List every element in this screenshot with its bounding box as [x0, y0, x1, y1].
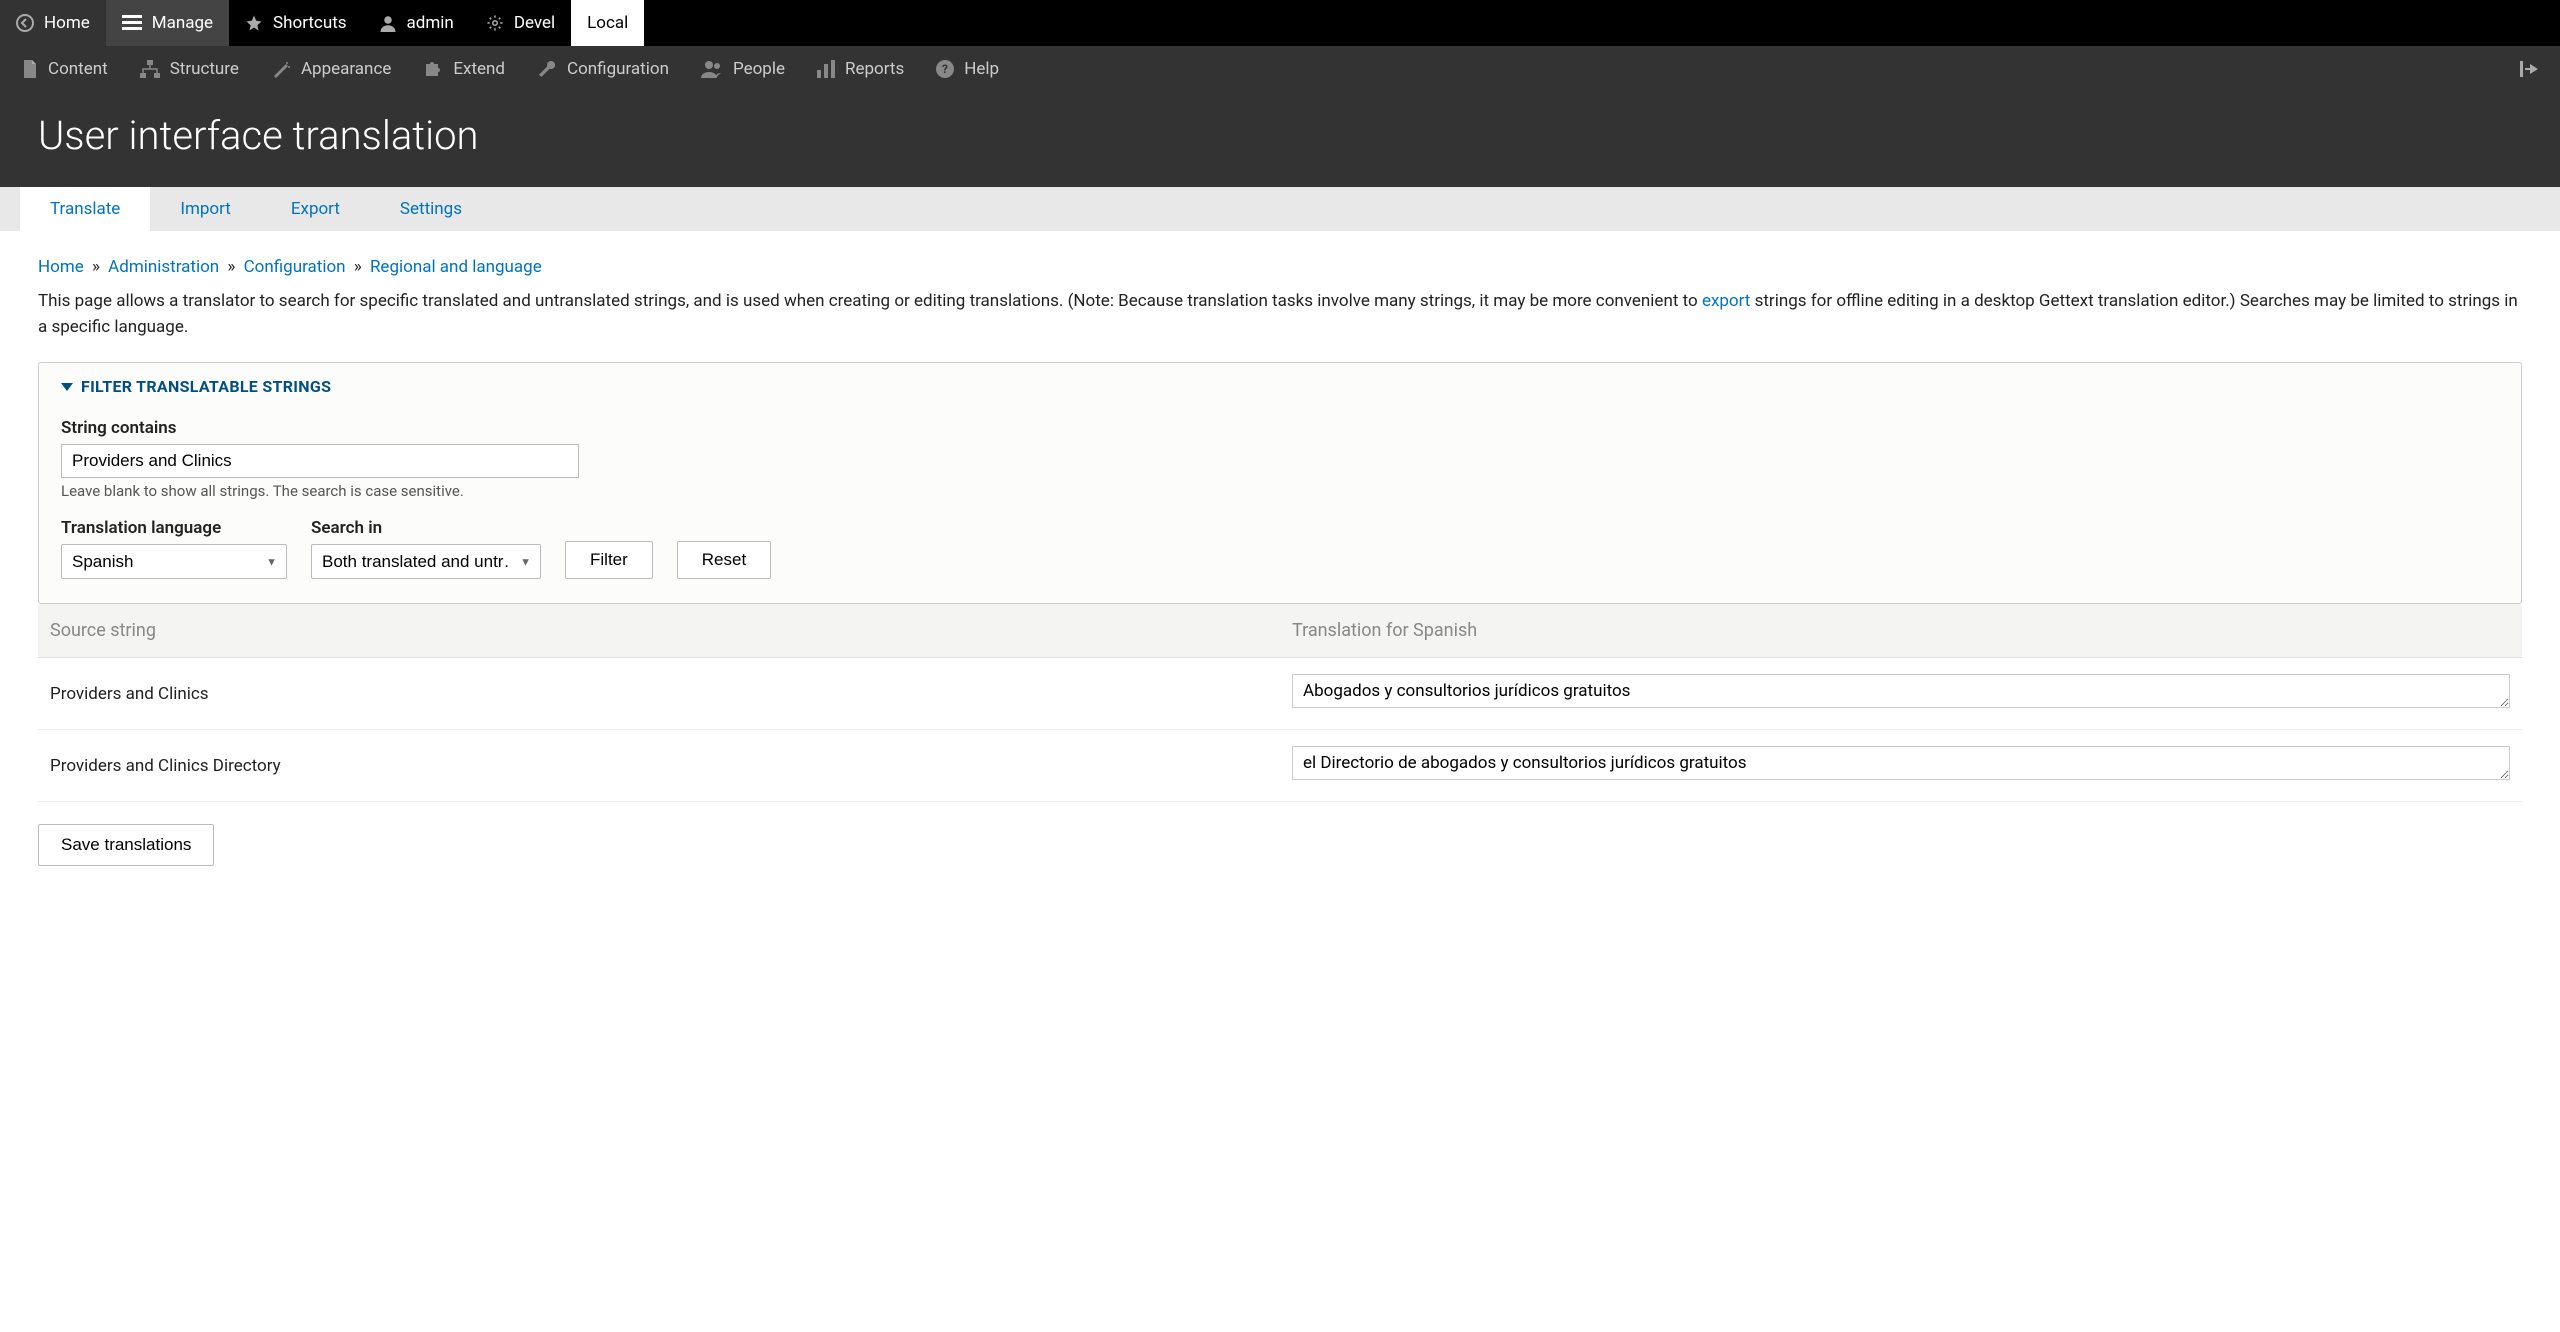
wrench-icon — [537, 59, 557, 79]
toolbar-user-label: admin — [407, 13, 454, 33]
toolbar-user[interactable]: admin — [363, 0, 470, 46]
chart-icon — [817, 60, 835, 78]
breadcrumb-home[interactable]: Home — [38, 257, 84, 277]
fieldset-body: String contains Leave blank to show all … — [39, 410, 2521, 603]
tab-export[interactable]: Export — [261, 187, 370, 231]
fieldset-legend[interactable]: Filter translatable strings — [39, 363, 2521, 410]
toolbar-collapse[interactable] — [2506, 46, 2554, 92]
save-translations-button[interactable]: Save translations — [38, 824, 214, 866]
toolbar-local-label: Local — [587, 13, 628, 33]
content: Home » Administration » Configuration » … — [0, 231, 2560, 892]
filter-fieldset: Filter translatable strings String conta… — [38, 362, 2522, 604]
breadcrumb-configuration[interactable]: Configuration — [244, 257, 346, 277]
gear-icon — [486, 14, 504, 32]
table-row: Providers and Clinics Directory el Direc… — [38, 730, 2522, 802]
intro-export-link[interactable]: export — [1702, 291, 1750, 311]
hamburger-icon — [122, 15, 142, 31]
language-label: Translation language — [61, 518, 287, 538]
toolbar-home[interactable]: Home — [0, 0, 106, 46]
fieldset-legend-text: Filter translatable strings — [81, 377, 331, 396]
admin-extend-label: Extend — [453, 59, 505, 79]
string-contains-help: Leave blank to show all strings. The sea… — [61, 482, 2499, 500]
string-contains-label: String contains — [61, 418, 2499, 438]
filter-button[interactable]: Filter — [565, 541, 653, 579]
admin-content-label: Content — [48, 59, 108, 79]
translation-input[interactable]: el Directorio de abogados y consultorios… — [1292, 746, 2510, 780]
svg-text:?: ? — [942, 62, 948, 76]
intro-part1: This page allows a translator to search … — [38, 291, 1702, 311]
translations-table: Source string Translation for Spanish Pr… — [38, 604, 2522, 802]
toolbar-manage[interactable]: Manage — [106, 0, 229, 46]
puzzle-icon — [423, 59, 443, 79]
col-translation: Translation for Spanish — [1280, 604, 2522, 658]
wand-icon — [271, 59, 291, 79]
user-icon — [379, 14, 397, 32]
admin-help[interactable]: ? Help — [920, 46, 1015, 92]
breadcrumb-sep: » — [92, 257, 100, 277]
document-icon — [22, 60, 38, 78]
search-in-select[interactable]: Both translated and untr… — [311, 544, 541, 579]
toolbar-manage-label: Manage — [152, 13, 213, 33]
back-icon — [16, 14, 34, 32]
search-in-label: Search in — [311, 518, 541, 538]
structure-icon — [140, 60, 160, 78]
admin-reports[interactable]: Reports — [801, 46, 920, 92]
language-select[interactable]: Spanish — [61, 544, 287, 579]
reset-button[interactable]: Reset — [677, 541, 771, 579]
toolbar-shortcuts[interactable]: Shortcuts — [229, 0, 363, 46]
page-title-region: User interface translation — [0, 92, 2560, 187]
admin-people[interactable]: People — [685, 46, 801, 92]
toolbar-local[interactable]: Local — [571, 0, 644, 46]
tab-import[interactable]: Import — [150, 187, 261, 231]
star-icon — [245, 14, 263, 32]
toolbar-top: Home Manage Shortcuts admin Devel Local — [0, 0, 2560, 46]
admin-appearance-label: Appearance — [301, 59, 391, 79]
admin-help-label: Help — [964, 59, 999, 79]
admin-structure-label: Structure — [170, 59, 239, 79]
admin-configuration[interactable]: Configuration — [521, 46, 685, 92]
col-source: Source string — [38, 604, 1280, 658]
triangle-down-icon — [61, 383, 73, 391]
tab-settings[interactable]: Settings — [370, 187, 492, 231]
toolbar-devel[interactable]: Devel — [470, 0, 571, 46]
string-contains-input[interactable] — [61, 444, 579, 478]
admin-appearance[interactable]: Appearance — [255, 46, 407, 92]
source-cell: Providers and Clinics Directory — [38, 730, 1280, 802]
admin-structure[interactable]: Structure — [124, 46, 255, 92]
people-icon — [701, 60, 723, 78]
table-row: Providers and Clinics Abogados y consult… — [38, 658, 2522, 730]
translation-input[interactable]: Abogados y consultorios jurídicos gratui… — [1292, 674, 2510, 708]
breadcrumb-sep: » — [354, 257, 362, 277]
collapse-icon — [2520, 61, 2540, 77]
help-icon: ? — [936, 60, 954, 78]
breadcrumb: Home » Administration » Configuration » … — [38, 257, 2522, 277]
toolbar-shortcuts-label: Shortcuts — [273, 13, 347, 33]
admin-content[interactable]: Content — [6, 46, 124, 92]
breadcrumb-regional[interactable]: Regional and language — [370, 257, 542, 277]
page-title: User interface translation — [38, 112, 2522, 159]
toolbar-admin: Content Structure Appearance Extend Conf… — [0, 46, 2560, 92]
intro-text: This page allows a translator to search … — [38, 289, 2522, 340]
breadcrumb-administration[interactable]: Administration — [108, 257, 219, 277]
admin-people-label: People — [733, 59, 785, 79]
admin-extend[interactable]: Extend — [407, 46, 521, 92]
tabs: Translate Import Export Settings — [0, 187, 2560, 231]
admin-reports-label: Reports — [845, 59, 904, 79]
breadcrumb-sep: » — [227, 257, 235, 277]
toolbar-home-label: Home — [44, 13, 90, 33]
toolbar-devel-label: Devel — [514, 13, 555, 33]
tab-translate[interactable]: Translate — [20, 187, 150, 231]
source-cell: Providers and Clinics — [38, 658, 1280, 730]
admin-configuration-label: Configuration — [567, 59, 669, 79]
